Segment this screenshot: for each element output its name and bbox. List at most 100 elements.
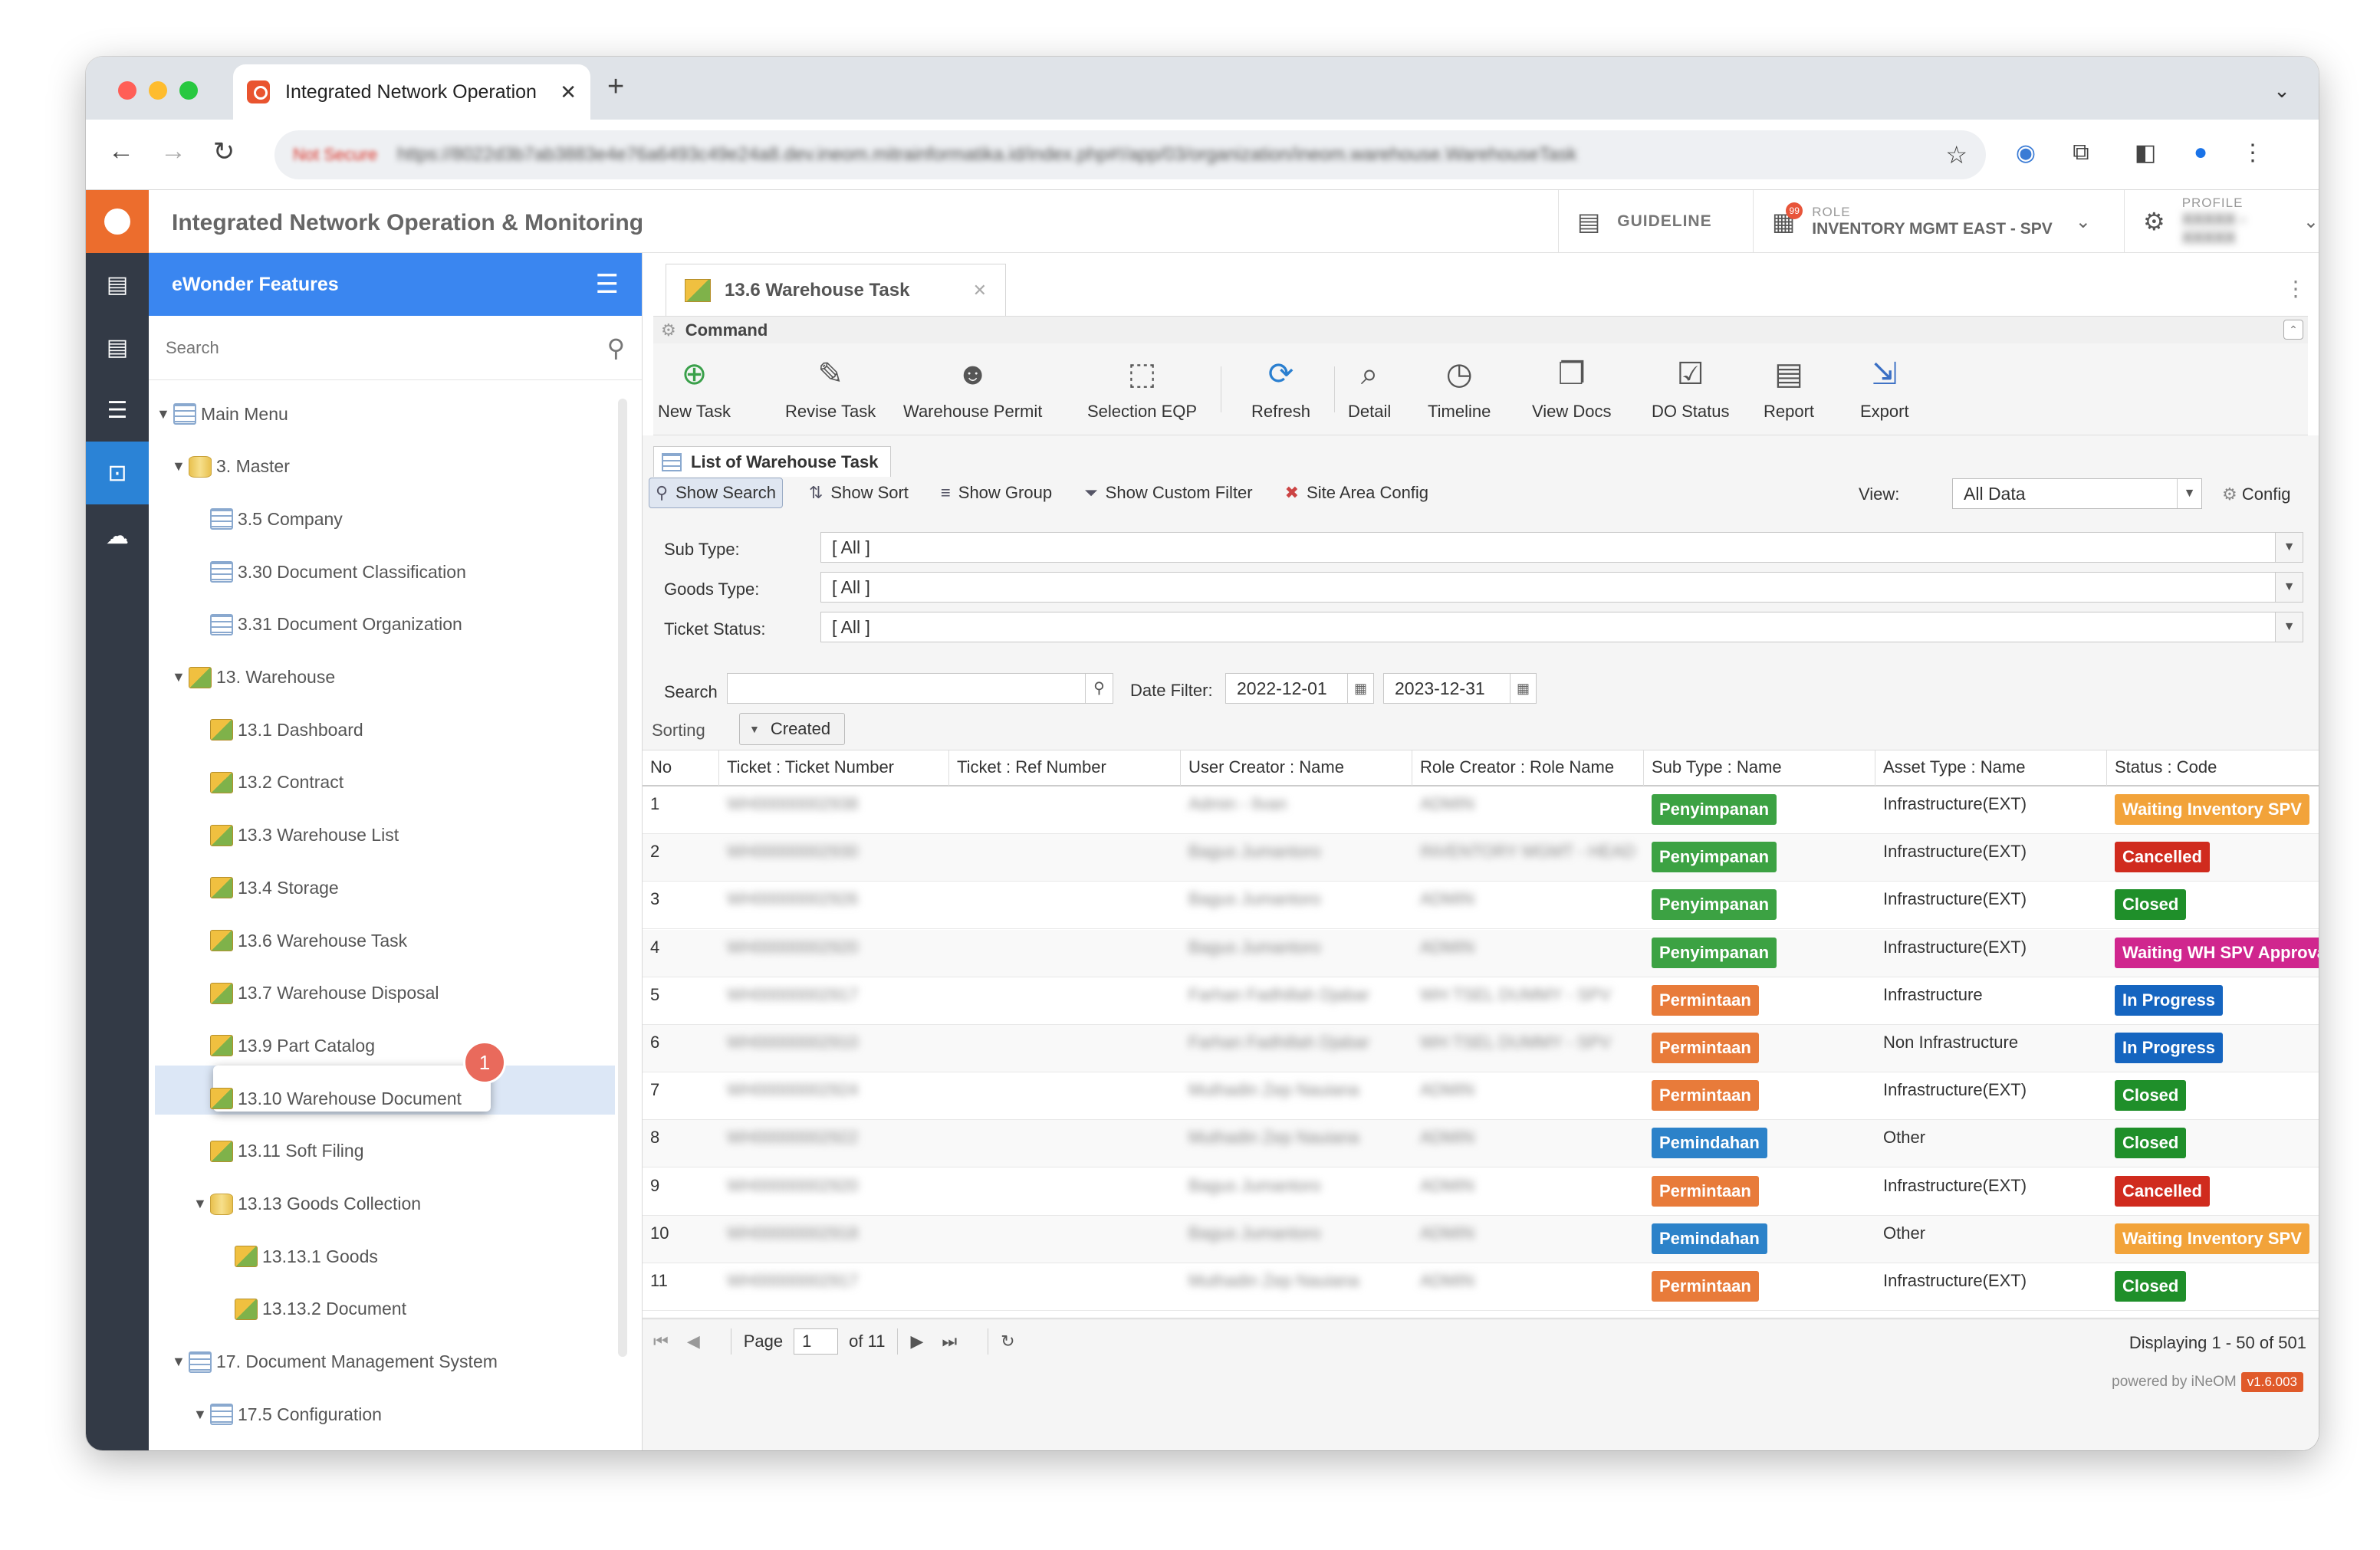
sidebar-item-13-2-contract[interactable]: 13.2 Contract	[210, 767, 344, 798]
calendar-icon[interactable]: ▦	[1510, 674, 1536, 703]
first-page-icon[interactable]: ⏮	[653, 1332, 669, 1351]
hamburger-icon[interactable]: ☰	[596, 269, 619, 300]
grid-search-input[interactable]: ⚲	[727, 673, 1113, 704]
new-task-button[interactable]: ⊕ New Task	[658, 354, 731, 422]
show-group-button[interactable]: ≡ Show Group	[935, 478, 1058, 508]
sidebar-item-13-4-storage[interactable]: 13.4 Storage	[210, 872, 339, 903]
task-icon[interactable]: ▤	[86, 316, 149, 379]
table-row[interactable]: 4 WH00000002920 Bagus Jumantoro ADMIN Penyim…	[643, 929, 2319, 977]
report-button[interactable]: ▤ Report	[1764, 354, 1814, 422]
revise-task-button[interactable]: ✎ Revise Task	[785, 354, 876, 422]
date-from-field[interactable]: 2022-12-01 ▦	[1225, 673, 1374, 704]
goods-type-filter-select[interactable]: [ All ] ▼	[820, 572, 2303, 603]
next-page-icon[interactable]: ▶	[910, 1332, 923, 1351]
site-area-config-button[interactable]: ✖ Site Area Config	[1279, 478, 1435, 508]
column-header[interactable]: Role Creator : Role Name	[1412, 750, 1644, 786]
table-row[interactable]: 11 WH00000002917 Muthadin Zep Nauiana ADMIN…	[643, 1263, 2319, 1311]
table-row[interactable]: 10 WH00000002918 Bagus Jumantoro ADMIN Pemin…	[643, 1215, 2319, 1263]
calendar-icon[interactable]: ▦	[1347, 674, 1373, 703]
sidebar-item-13-3-warehouse-list[interactable]: 13.3 Warehouse List	[210, 820, 399, 851]
subtype-filter-select[interactable]: [ All ] ▼	[820, 532, 2303, 563]
show-search-button[interactable]: ⚲ Show Search	[649, 478, 783, 508]
table-row[interactable]: 1 WH00000002938 Admin - Ilvan ADMIN Penyimpa…	[643, 786, 2319, 834]
sidebar-item-13-6-warehouse-task[interactable]: 13.6 Warehouse Task	[210, 925, 407, 956]
expand-triangle-icon[interactable]: ▼	[156, 406, 172, 422]
config-button[interactable]: ⚙ Config	[2222, 484, 2290, 504]
browser-menu-icon[interactable]: ⋮	[2236, 140, 2270, 166]
address-bar[interactable]: Not Secure https://8022d3b7ab3883e4e76a6…	[274, 130, 1986, 179]
sidebar-item-13-10-warehouse-document[interactable]: 13.10 Warehouse Document	[210, 1083, 462, 1114]
detail-button[interactable]: ⌕ Detail	[1348, 354, 1391, 422]
close-window-button[interactable]	[118, 81, 136, 100]
sidebar-item-17-5-configuration[interactable]: ▼ 17.5 Configuration	[193, 1399, 382, 1430]
clipboard-icon[interactable]: ▤	[86, 253, 149, 316]
side-panel-icon[interactable]: ◧	[2129, 140, 2162, 166]
show-sort-button[interactable]: ⇅ Show Sort	[803, 478, 915, 508]
warehouse-permit-button[interactable]: ☻ Warehouse Permit	[903, 354, 1042, 422]
search-icon[interactable]: ⚲	[1085, 674, 1113, 703]
tab-warehouse-task[interactable]: 13.6 Warehouse Task ✕	[666, 264, 1006, 316]
sidebar-item-main-menu[interactable]: ▼ Main Menu	[156, 399, 288, 429]
sidebar-item-13-13-1-goods[interactable]: 13.13.1 Goods	[235, 1241, 378, 1272]
server-icon[interactable]: ☰	[86, 379, 149, 442]
sidebar-item-13-1-dashboard[interactable]: 13.1 Dashboard	[210, 714, 363, 745]
extension-badge-icon[interactable]: ◉	[2009, 140, 2043, 166]
prev-page-icon[interactable]: ◀	[687, 1332, 700, 1351]
browser-tab[interactable]: Integrated Network Operation ✕	[233, 64, 590, 120]
collapse-icon[interactable]: ⌃	[2283, 320, 2303, 340]
sidebar-item-13-11-soft-filing[interactable]: 13.11 Soft Filing	[210, 1136, 364, 1167]
column-header[interactable]: Sub Type : Name	[1644, 750, 1875, 786]
table-row[interactable]: 3 WH00000002926 Bagus Jumantoro ADMIN Penyim…	[643, 882, 2319, 930]
new-tab-button[interactable]: +	[607, 71, 624, 103]
table-row[interactable]: 6 WH00000002910 Farhan Fadhillah Djabar WH …	[643, 1025, 2319, 1072]
expand-triangle-icon[interactable]: ▼	[172, 669, 187, 685]
search-icon[interactable]: ⚲	[607, 333, 625, 363]
sidebar-item-13-13-goods-collection[interactable]: ▼ 13.13 Goods Collection	[193, 1189, 421, 1220]
last-page-icon[interactable]: ⏭	[942, 1332, 957, 1351]
minimize-window-button[interactable]	[149, 81, 167, 100]
tab-close-icon[interactable]: ✕	[560, 80, 577, 104]
tab-search-icon[interactable]: ⌄	[2267, 75, 2297, 106]
extensions-puzzle-icon[interactable]: ⧉	[2064, 140, 2098, 166]
table-row[interactable]: 9 WH00000002920 Bagus Jumantoro ADMIN Permin…	[643, 1168, 2319, 1216]
sidebar-item-13-9-part-catalog[interactable]: 13.9 Part Catalog	[210, 1030, 375, 1061]
column-header[interactable]: User Creator : Name	[1181, 750, 1412, 786]
back-icon[interactable]: ←	[103, 136, 140, 166]
ticket-status-filter-select[interactable]: [ All ] ▼	[820, 612, 2303, 642]
expand-triangle-icon[interactable]: ▼	[193, 1196, 209, 1212]
sidebar-scrollbar[interactable]	[618, 399, 627, 1357]
profile-selector[interactable]: ⚙ PROFILE XXXXX - XXXXX ⌄	[2124, 190, 2319, 253]
role-selector[interactable]: ▦ 99 ROLE INVENTORY MGMT EAST - SPV ⌄	[1753, 190, 2124, 253]
timeline-button[interactable]: ◷ Timeline	[1428, 354, 1491, 422]
sidebar-item-3-5-company[interactable]: 3.5 Company	[210, 504, 343, 534]
sidebar-item-17-document-management-system[interactable]: ▼ 17. Document Management System	[172, 1347, 498, 1378]
app-logo[interactable]	[86, 190, 149, 253]
table-row[interactable]: 2 WH00000002930 Bagus Jumantoro INVENTORY M…	[643, 834, 2319, 882]
do-status-button[interactable]: ☑ DO Status	[1652, 354, 1729, 422]
column-header[interactable]: Ticket : Ref Number	[949, 750, 1181, 786]
column-header[interactable]: Status : Code	[2107, 750, 2319, 786]
expand-triangle-icon[interactable]: ▼	[193, 1407, 209, 1423]
sidebar-item-3-master[interactable]: ▼ 3. Master	[172, 452, 290, 482]
forward-icon[interactable]: →	[155, 136, 192, 166]
sidebar-item-13-7-warehouse-disposal[interactable]: 13.7 Warehouse Disposal	[210, 978, 439, 1009]
page-input[interactable]: 1	[794, 1328, 839, 1355]
table-row[interactable]: 7 WH00000002924 Muthadin Zep Nauiana ADMIN P…	[643, 1072, 2319, 1121]
sidebar-item-13-warehouse[interactable]: ▼ 13. Warehouse	[172, 662, 335, 693]
sidebar-item-13-13-2-document[interactable]: 13.13.2 Document	[235, 1294, 406, 1325]
sidebar-item-3-31-document-organization[interactable]: 3.31 Document Organization	[210, 609, 462, 640]
close-tab-icon[interactable]: ✕	[973, 281, 987, 300]
selection-eqp-button[interactable]: ⬚ Selection EQP	[1087, 354, 1197, 422]
reload-icon[interactable]: ↻	[205, 136, 242, 167]
refresh-icon[interactable]: ↻	[1001, 1332, 1014, 1351]
profile-avatar-icon[interactable]: ●	[2184, 140, 2217, 166]
column-header[interactable]: No	[643, 750, 719, 786]
view-select[interactable]: All Data ▼	[1952, 478, 2202, 509]
cloud-icon[interactable]: ☁	[86, 504, 149, 567]
maximize-window-button[interactable]	[179, 81, 198, 100]
column-header[interactable]: Asset Type : Name	[1875, 750, 2107, 786]
expand-triangle-icon[interactable]: ▼	[172, 1354, 187, 1370]
more-options-icon[interactable]: ⋮	[2285, 276, 2306, 301]
sort-created-button[interactable]: ▼ Created	[739, 713, 845, 745]
view-docs-button[interactable]: ❐ View Docs	[1532, 354, 1612, 422]
